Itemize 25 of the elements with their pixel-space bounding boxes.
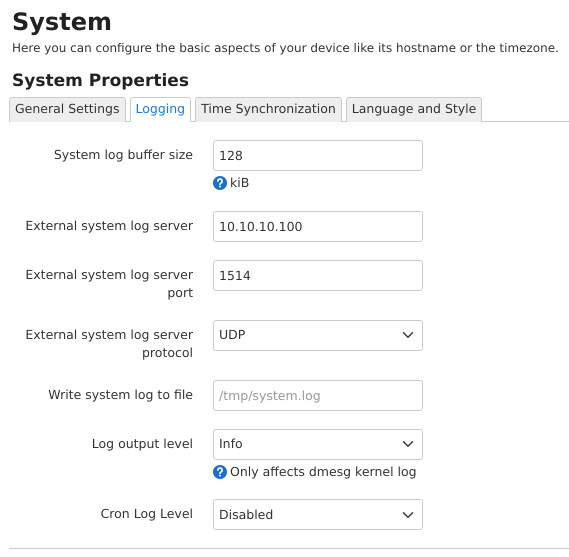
help-icon (213, 176, 227, 190)
tab[interactable]: Time Synchronization (195, 97, 342, 122)
tab[interactable]: Language and Style (346, 97, 482, 122)
section-title: System Properties (12, 70, 190, 92)
input-field[interactable]: /tmp/system.log (213, 380, 423, 411)
input-field[interactable]: 10.10.10.100 (213, 210, 423, 242)
field-label: System log buffer size (52, 146, 193, 164)
dropdown[interactable]: UDP (213, 320, 423, 351)
tab[interactable]: Logging (130, 97, 192, 122)
field-label: Cron Log Level (100, 505, 193, 524)
input-field[interactable]: 128 (213, 140, 423, 171)
help-text: kiB (230, 174, 250, 192)
tab[interactable]: General Settings (9, 97, 126, 122)
field-label: Write system log to file (47, 386, 193, 404)
help-icon (213, 465, 227, 480)
help-text: Only affects dmesg kernel log (230, 462, 417, 481)
page-title: System (12, 8, 113, 37)
dropdown[interactable]: Disabled (213, 499, 423, 530)
dropdown[interactable]: Info (213, 428, 423, 460)
input-field[interactable]: 1514 (213, 260, 423, 291)
field-label: External system log server protocol (24, 326, 193, 362)
page-description: Here you can configure the basic aspects of your device like its hostname or the timezone. (12, 40, 560, 57)
field-label: External system log server port (24, 266, 193, 302)
field-label: Log output level (90, 434, 193, 453)
field-label: External system log server (24, 216, 193, 235)
